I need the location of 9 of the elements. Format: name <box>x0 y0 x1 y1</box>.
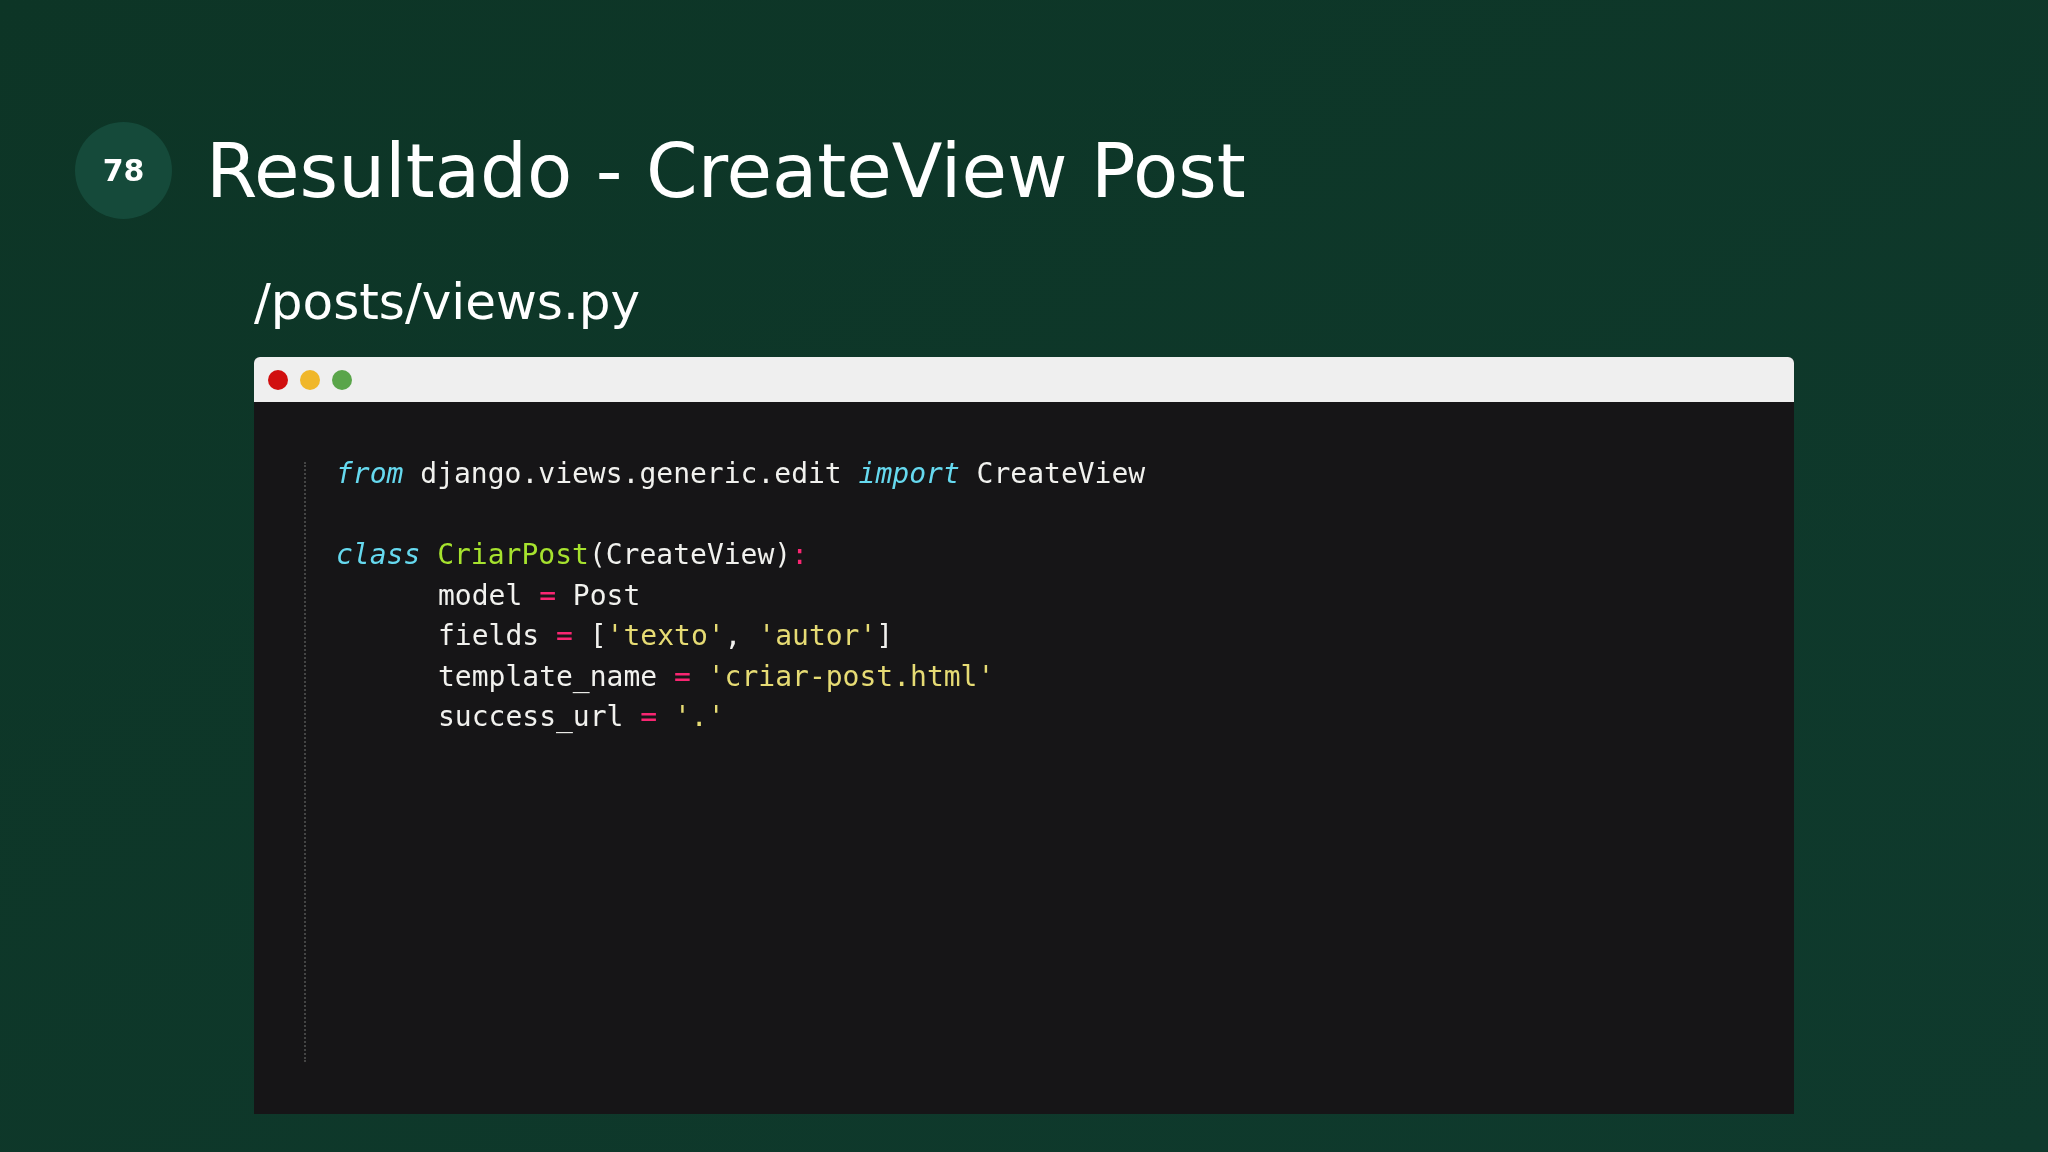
code-line: success_url = '.' <box>438 700 725 733</box>
code-line: from django.views.generic.edit import CreateView <box>336 457 1146 490</box>
code-line: class CriarPost(CreateView): <box>336 538 809 571</box>
code-line: fields = ['texto', 'autor'] <box>438 619 894 652</box>
code-line: template_name = 'criar-post.html' <box>438 659 995 693</box>
file-path: /posts/views.py <box>254 277 641 327</box>
slide-number-badge: 78 <box>75 122 172 219</box>
slide-title: Resultado - CreateView Post <box>206 133 1246 208</box>
code-line: model = Post <box>438 578 641 612</box>
